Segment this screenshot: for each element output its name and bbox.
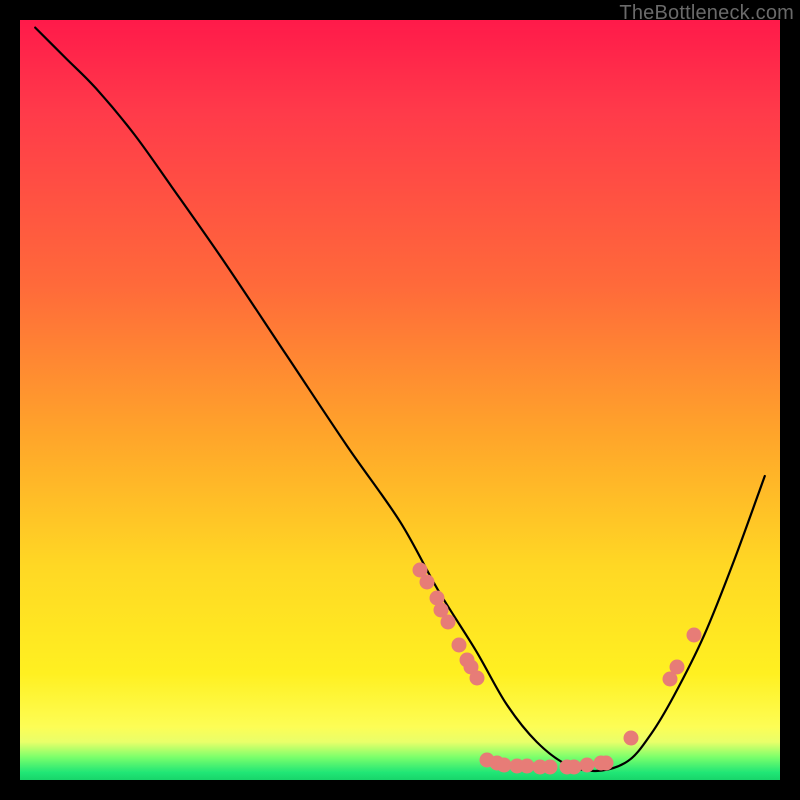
curve-path [35,28,765,771]
data-point-marker [469,671,484,686]
data-point-marker [598,756,613,771]
data-point-marker [579,757,594,772]
plot-area [20,20,780,780]
data-point-marker [542,760,557,775]
data-point-marker [419,575,434,590]
bottleneck-curve [20,20,780,780]
data-point-marker [624,731,639,746]
chart-container: TheBottleneck.com [0,0,800,800]
data-point-marker [687,627,702,642]
data-point-marker [440,614,455,629]
data-point-marker [452,637,467,652]
data-point-marker [669,659,684,674]
